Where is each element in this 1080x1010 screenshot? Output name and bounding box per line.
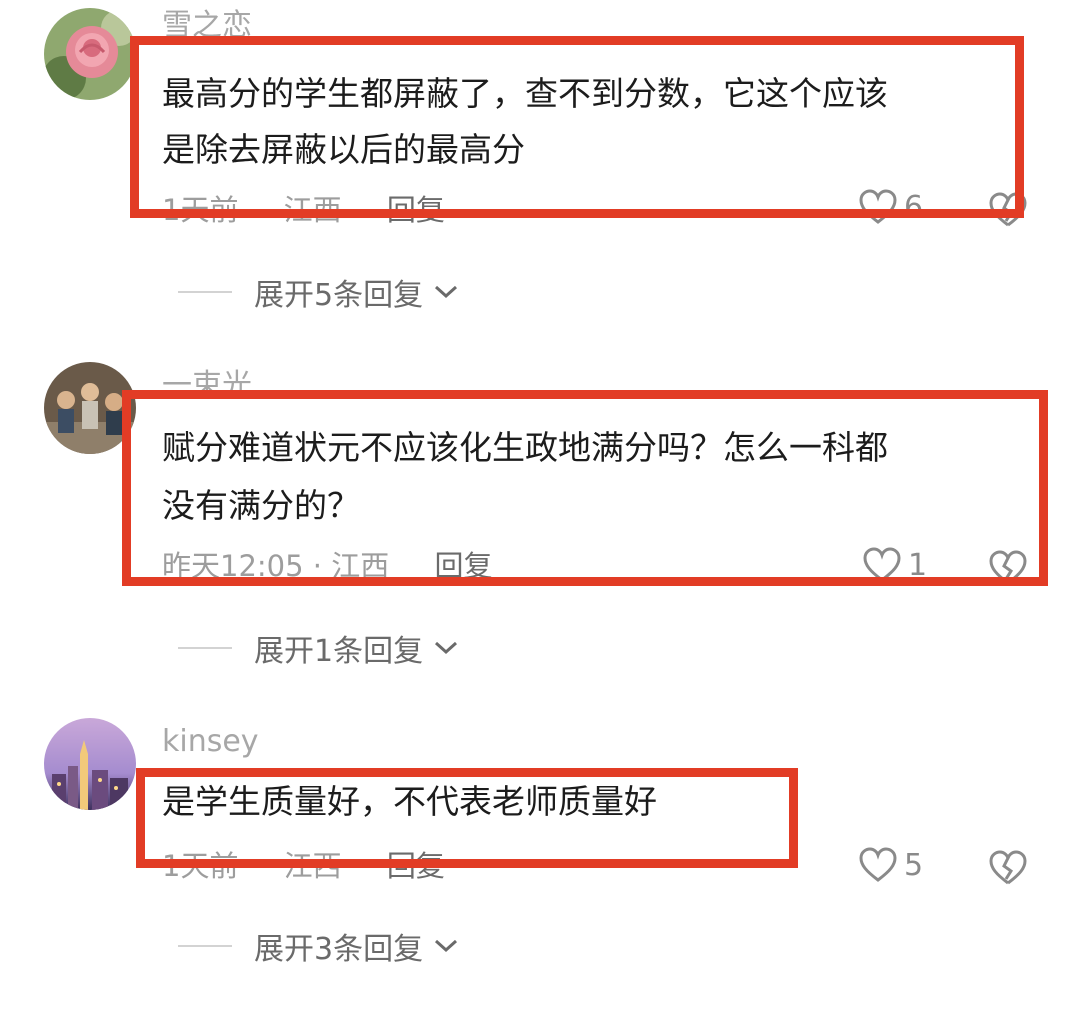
expand-replies-button[interactable]: 展开5条回复 xyxy=(178,270,459,314)
expand-replies-button[interactable]: 展开3条回复 xyxy=(178,924,459,968)
like-button[interactable]: 5 xyxy=(858,846,923,884)
highlight-box xyxy=(136,768,798,868)
divider xyxy=(178,647,232,649)
heart-icon xyxy=(859,847,897,882)
avatar[interactable] xyxy=(44,718,136,810)
expand-replies-label: 展开3条回复 xyxy=(254,932,424,967)
highlight-box xyxy=(130,36,1024,218)
chevron-down-icon xyxy=(435,939,458,953)
avatar[interactable] xyxy=(44,8,136,100)
broken-heart-icon[interactable] xyxy=(988,848,1028,888)
expand-replies-label: 展开1条回复 xyxy=(254,634,424,669)
rose-avatar-icon xyxy=(44,8,136,100)
like-count: 5 xyxy=(904,847,924,883)
divider xyxy=(178,945,232,947)
chevron-down-icon xyxy=(435,285,458,299)
username[interactable]: kinsey xyxy=(162,724,259,760)
divider xyxy=(178,291,232,293)
highlight-box xyxy=(122,390,1048,586)
chevron-down-icon xyxy=(435,641,458,655)
city-night-avatar-icon xyxy=(44,718,136,810)
expand-replies-button[interactable]: 展开1条回复 xyxy=(178,626,459,670)
expand-replies-label: 展开5条回复 xyxy=(254,278,424,313)
